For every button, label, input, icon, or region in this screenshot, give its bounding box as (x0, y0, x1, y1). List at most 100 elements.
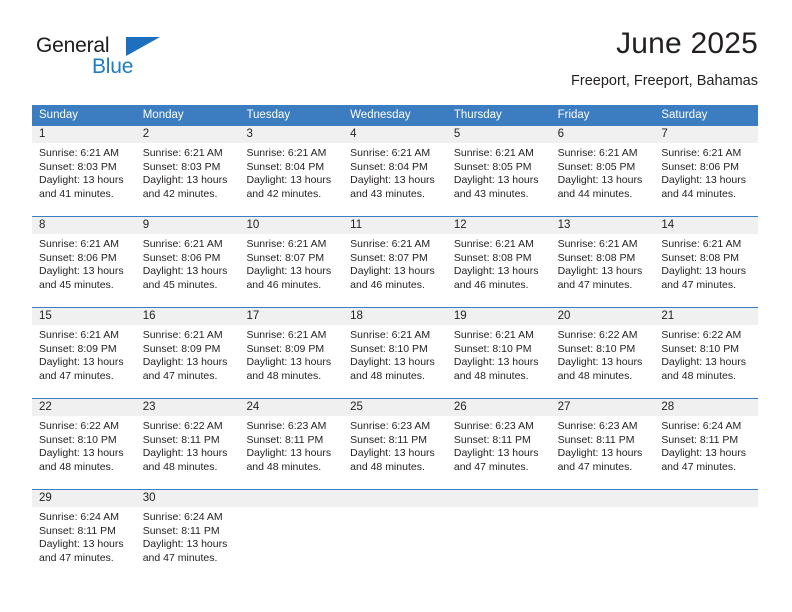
day-cell[interactable]: 30 Sunrise: 6:24 AM Sunset: 8:11 PM Dayl… (135, 490, 240, 580)
weekday-tuesday: Tuesday (246, 109, 291, 121)
day-cell[interactable]: 12 Sunrise: 6:21 AM Sunset: 8:08 PM Dayl… (446, 217, 551, 307)
daylight-text-line2: and 47 minutes. (453, 460, 529, 473)
day-details: Sunrise: 6:21 AM Sunset: 8:03 PM Dayligh… (32, 143, 136, 202)
day-number: 8 (32, 217, 136, 234)
daylight-text-line2: and 48 minutes. (39, 460, 114, 473)
day-cell[interactable]: 8 Sunrise: 6:21 AM Sunset: 8:06 PM Dayli… (32, 217, 136, 307)
day-number: 21 (654, 308, 759, 325)
day-number (239, 490, 344, 507)
daylight-text-line1: Daylight: 13 hours (39, 538, 124, 551)
day-cell[interactable]: 6 Sunrise: 6:21 AM Sunset: 8:05 PM Dayli… (550, 126, 655, 216)
daylight-text-line2: and 48 minutes. (350, 369, 425, 382)
day-details (239, 507, 344, 511)
day-cell[interactable]: 10 Sunrise: 6:21 AM Sunset: 8:07 PM Dayl… (239, 217, 344, 307)
daylight-text-line1: Daylight: 13 hours (350, 447, 435, 460)
weekday-thursday: Thursday (453, 109, 502, 121)
sunset-text: Sunset: 8:03 PM (142, 160, 221, 173)
day-cell[interactable]: 23 Sunrise: 6:22 AM Sunset: 8:11 PM Dayl… (135, 399, 240, 489)
day-cell-empty (446, 490, 551, 580)
sunset-text: Sunset: 8:11 PM (661, 433, 739, 446)
day-cell[interactable]: 18 Sunrise: 6:21 AM Sunset: 8:10 PM Dayl… (343, 308, 447, 398)
day-cell[interactable]: 21 Sunrise: 6:22 AM Sunset: 8:10 PM Dayl… (654, 308, 759, 398)
day-cell[interactable]: 26 Sunrise: 6:23 AM Sunset: 8:11 PM Dayl… (446, 399, 551, 489)
day-number: 2 (135, 126, 240, 143)
day-cell[interactable]: 16 Sunrise: 6:21 AM Sunset: 8:09 PM Dayl… (135, 308, 240, 398)
sunset-text: Sunset: 8:03 PM (39, 160, 117, 173)
day-cell[interactable]: 9 Sunrise: 6:21 AM Sunset: 8:06 PM Dayli… (135, 217, 240, 307)
sunset-text: Sunset: 8:10 PM (39, 433, 117, 446)
sunrise-text: Sunrise: 6:22 AM (661, 329, 742, 341)
day-cell[interactable]: 29 Sunrise: 6:24 AM Sunset: 8:11 PM Dayl… (32, 490, 136, 580)
daylight-text-line2: and 46 minutes. (246, 278, 322, 291)
day-cell[interactable]: 25 Sunrise: 6:23 AM Sunset: 8:11 PM Dayl… (343, 399, 447, 489)
day-number: 16 (135, 308, 240, 325)
day-cell[interactable]: 5 Sunrise: 6:21 AM Sunset: 8:05 PM Dayli… (446, 126, 551, 216)
sunrise-text: Sunrise: 6:21 AM (246, 238, 327, 250)
sunrise-text: Sunrise: 6:21 AM (142, 238, 223, 250)
daylight-text-line2: and 48 minutes. (350, 460, 425, 473)
sunrise-text: Sunrise: 6:22 AM (557, 329, 638, 341)
week-row: 8 Sunrise: 6:21 AM Sunset: 8:06 PM Dayli… (32, 216, 759, 307)
triangle-icon (126, 37, 160, 56)
daylight-text-line1: Daylight: 13 hours (142, 174, 228, 187)
day-cell[interactable]: 20 Sunrise: 6:22 AM Sunset: 8:10 PM Dayl… (550, 308, 655, 398)
page-header: General Blue June 2025 Freeport, Freepor… (32, 26, 758, 98)
day-cell[interactable]: 11 Sunrise: 6:21 AM Sunset: 8:07 PM Dayl… (343, 217, 447, 307)
day-details: Sunrise: 6:21 AM Sunset: 8:08 PM Dayligh… (550, 234, 655, 293)
sunset-text: Sunset: 8:05 PM (453, 160, 532, 173)
week-row: 29 Sunrise: 6:24 AM Sunset: 8:11 PM Dayl… (32, 489, 759, 580)
daylight-text-line2: and 43 minutes. (350, 187, 425, 200)
day-cell[interactable]: 19 Sunrise: 6:21 AM Sunset: 8:10 PM Dayl… (446, 308, 551, 398)
daylight-text-line2: and 46 minutes. (453, 278, 529, 291)
day-number: 11 (343, 217, 447, 234)
daylight-text-line2: and 47 minutes. (39, 369, 114, 382)
daylight-text-line2: and 42 minutes. (142, 187, 218, 200)
day-details: Sunrise: 6:21 AM Sunset: 8:04 PM Dayligh… (239, 143, 344, 202)
daylight-text-line1: Daylight: 13 hours (661, 174, 746, 187)
week-row: 15 Sunrise: 6:21 AM Sunset: 8:09 PM Dayl… (32, 307, 759, 398)
sunrise-text: Sunrise: 6:21 AM (350, 238, 431, 250)
day-number (550, 490, 655, 507)
day-details (550, 507, 655, 511)
daylight-text-line1: Daylight: 13 hours (246, 174, 332, 187)
sunset-text: Sunset: 8:05 PM (557, 160, 636, 173)
day-number: 28 (654, 399, 759, 416)
sunrise-text: Sunrise: 6:22 AM (142, 420, 223, 432)
sunrise-text: Sunrise: 6:21 AM (39, 238, 119, 250)
sunset-text: Sunset: 8:08 PM (557, 251, 636, 264)
day-cell[interactable]: 15 Sunrise: 6:21 AM Sunset: 8:09 PM Dayl… (32, 308, 136, 398)
day-details: Sunrise: 6:21 AM Sunset: 8:05 PM Dayligh… (550, 143, 655, 202)
day-cell[interactable]: 24 Sunrise: 6:23 AM Sunset: 8:11 PM Dayl… (239, 399, 344, 489)
day-cell[interactable]: 1 Sunrise: 6:21 AM Sunset: 8:03 PM Dayli… (32, 126, 136, 216)
day-cell[interactable]: 22 Sunrise: 6:22 AM Sunset: 8:10 PM Dayl… (32, 399, 136, 489)
day-cell[interactable]: 27 Sunrise: 6:23 AM Sunset: 8:11 PM Dayl… (550, 399, 655, 489)
day-cell[interactable]: 17 Sunrise: 6:21 AM Sunset: 8:09 PM Dayl… (239, 308, 344, 398)
sunrise-text: Sunrise: 6:24 AM (661, 420, 742, 432)
sunset-text: Sunset: 8:07 PM (350, 251, 428, 264)
day-cell[interactable]: 3 Sunrise: 6:21 AM Sunset: 8:04 PM Dayli… (239, 126, 344, 216)
daylight-text-line2: and 48 minutes. (453, 369, 529, 382)
day-details: Sunrise: 6:21 AM Sunset: 8:10 PM Dayligh… (446, 325, 551, 384)
day-number (343, 490, 447, 507)
daylight-text-line2: and 47 minutes. (39, 551, 114, 564)
day-cell[interactable]: 2 Sunrise: 6:21 AM Sunset: 8:03 PM Dayli… (135, 126, 240, 216)
day-cell[interactable]: 7 Sunrise: 6:21 AM Sunset: 8:06 PM Dayli… (654, 126, 759, 216)
day-details (654, 507, 759, 511)
day-cell[interactable]: 13 Sunrise: 6:21 AM Sunset: 8:08 PM Dayl… (550, 217, 655, 307)
day-details: Sunrise: 6:21 AM Sunset: 8:03 PM Dayligh… (135, 143, 240, 202)
day-cell[interactable]: 4 Sunrise: 6:21 AM Sunset: 8:04 PM Dayli… (343, 126, 447, 216)
day-cell-empty (343, 490, 447, 580)
day-details (343, 507, 447, 511)
sunrise-text: Sunrise: 6:21 AM (453, 147, 534, 159)
sunrise-text: Sunrise: 6:21 AM (246, 147, 327, 159)
day-details: Sunrise: 6:21 AM Sunset: 8:09 PM Dayligh… (135, 325, 240, 384)
daylight-text-line1: Daylight: 13 hours (661, 265, 746, 278)
day-details: Sunrise: 6:21 AM Sunset: 8:08 PM Dayligh… (654, 234, 759, 293)
day-details: Sunrise: 6:21 AM Sunset: 8:07 PM Dayligh… (239, 234, 344, 293)
weekday-saturday: Saturday (661, 109, 708, 121)
sunrise-text: Sunrise: 6:22 AM (39, 420, 119, 432)
sunrise-text: Sunrise: 6:24 AM (39, 511, 119, 523)
day-cell[interactable]: 28 Sunrise: 6:24 AM Sunset: 8:11 PM Dayl… (654, 399, 759, 489)
day-cell[interactable]: 14 Sunrise: 6:21 AM Sunset: 8:08 PM Dayl… (654, 217, 759, 307)
sunrise-text: Sunrise: 6:21 AM (142, 147, 223, 159)
